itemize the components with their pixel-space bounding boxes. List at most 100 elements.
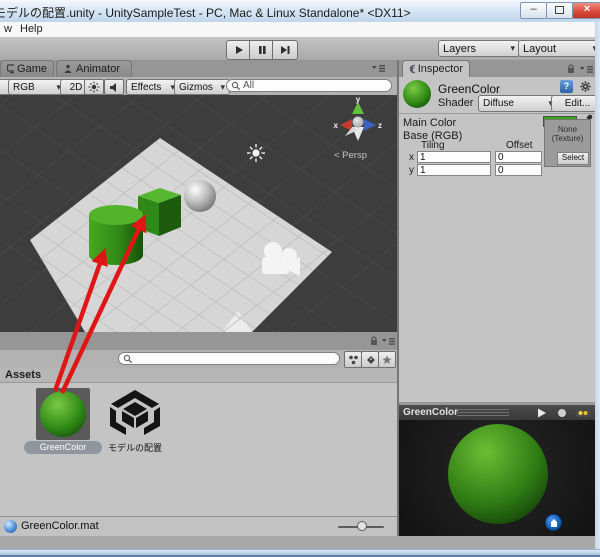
effects-label: Effects	[131, 82, 161, 93]
asset-greencolor-label[interactable]: GreenColor	[24, 441, 102, 454]
close-button[interactable]: ×	[572, 2, 600, 19]
menu-item-window[interactable]: w	[4, 23, 12, 35]
tiling-y-field[interactable]: 1	[417, 164, 491, 176]
shader-dropdown[interactable]: Diffuse ▾	[478, 95, 558, 112]
tab-animator-label: Animator	[76, 63, 120, 75]
asset-scene-label[interactable]: モデルの配置	[103, 441, 167, 454]
preview-play-icon[interactable]	[537, 408, 547, 418]
pause-icon	[257, 45, 267, 55]
drag-handle-icon	[457, 409, 509, 416]
base-texture-slot[interactable]: None (Texture) Select	[544, 119, 591, 167]
material-file-icon	[4, 520, 17, 533]
gear-icon[interactable]	[579, 80, 592, 93]
animator-icon	[63, 64, 73, 74]
search-by-label-button[interactable]	[361, 351, 379, 368]
project-toolbar	[0, 350, 397, 369]
divider	[399, 113, 595, 114]
scene-toolbar: RGB ▾ 2D Effects ▾ Gizmos	[0, 77, 397, 96]
menu-item-help[interactable]: Help	[20, 23, 43, 35]
preview-model-icon[interactable]	[556, 408, 568, 418]
edit-shader-button[interactable]: Edit...	[551, 95, 600, 112]
material-name: GreenColor	[438, 82, 500, 96]
scene-sphere[interactable]	[184, 180, 216, 212]
status-selected-file: GreenColor.mat	[21, 520, 99, 532]
scene-audio-toggle[interactable]	[104, 79, 124, 95]
scene-viewport[interactable]: y x z < Persp	[0, 95, 397, 332]
preview-viewport[interactable]	[399, 420, 595, 536]
material-sphere-icon	[40, 391, 86, 437]
axis-hub[interactable]	[353, 117, 364, 128]
panel-menu-icon[interactable]	[372, 64, 386, 73]
offset-x-value: 0	[498, 152, 504, 163]
axis-z-label: z	[378, 121, 382, 130]
axis-y-label: y	[356, 95, 361, 104]
project-tabbar	[0, 332, 397, 351]
asset-greencolor-thumbnail[interactable]	[36, 388, 90, 440]
window-frame-right	[595, 22, 600, 549]
offset-x-field[interactable]: 0	[495, 151, 542, 163]
favorites-button[interactable]	[378, 351, 396, 368]
panel-menu-icon[interactable]	[382, 337, 396, 346]
gizmos-label: Gizmos	[179, 82, 213, 93]
tab-inspector[interactable]: Inspector	[402, 60, 470, 77]
tiling-x-field[interactable]: 1	[417, 151, 491, 163]
layers-dropdown[interactable]: Layers ▾	[438, 40, 520, 57]
offset-y-field[interactable]: 0	[495, 164, 542, 176]
effects-dropdown[interactable]: Effects ▾	[126, 79, 180, 95]
panel-menu-icon[interactable]	[580, 65, 594, 74]
material-preview-icon	[403, 80, 431, 108]
layers-label: Layers	[443, 43, 476, 55]
thumbnail-size-slider-knob[interactable]	[357, 521, 367, 531]
gizmos-dropdown[interactable]: Gizmos ▾	[174, 79, 230, 95]
tag-icon	[365, 354, 376, 365]
chevron-down-icon: ▾	[510, 43, 515, 54]
titlebar: モデルの配置.unity - UnitySampleTest - PC, Mac…	[0, 0, 600, 23]
lock-icon[interactable]	[566, 63, 576, 75]
edit-button-label: Edit...	[565, 98, 591, 109]
axis-x-label: x	[334, 121, 339, 130]
scene-search-input[interactable]: All	[226, 79, 392, 92]
tab-game[interactable]: Game	[0, 60, 54, 77]
main-color-label: Main Color	[403, 117, 456, 129]
project-search-input[interactable]	[118, 352, 340, 365]
render-mode-dropdown[interactable]: RGB ▾	[8, 79, 66, 95]
texture-select-button[interactable]: Select	[557, 152, 589, 165]
unity-editor-window: モデルの配置.unity - UnitySampleTest - PC, Mac…	[0, 0, 600, 557]
render-mode-label: RGB	[13, 82, 35, 93]
left-dock-tabbar: Game Animator	[0, 60, 397, 78]
perspective-label[interactable]: < Persp	[334, 150, 367, 161]
scene-lighting-toggle[interactable]	[84, 79, 104, 95]
layout-dropdown[interactable]: Layout ▾	[518, 40, 600, 57]
scene-cube[interactable]	[138, 188, 181, 236]
scene-cylinder[interactable]	[89, 205, 143, 265]
search-icon	[231, 81, 241, 91]
asset-scene-thumbnail[interactable]	[106, 387, 164, 439]
maximize-button[interactable]	[546, 2, 573, 19]
tiling-y-value: 1	[420, 165, 426, 176]
preview-lighting-icon[interactable]	[575, 408, 591, 418]
lock-icon[interactable]	[369, 335, 379, 347]
window-frame-bottom	[0, 549, 600, 557]
row-x-label: x	[409, 152, 414, 163]
tiling-header: Tiling	[421, 140, 445, 151]
offset-header: Offset	[506, 140, 533, 151]
inspector-tabbar: Inspector	[399, 60, 595, 78]
project-statusbar: GreenColor.mat	[0, 516, 397, 536]
close-icon: ×	[584, 3, 590, 15]
tab-animator[interactable]: Animator	[56, 60, 132, 77]
row-y-label: y	[409, 165, 414, 176]
tab-inspector-label: Inspector	[418, 63, 463, 75]
breadcrumb[interactable]: Assets	[5, 369, 41, 381]
play-icon	[234, 45, 244, 55]
asset-bundle-badge[interactable]	[545, 514, 562, 531]
search-icon	[123, 354, 133, 364]
minimize-button[interactable]: –	[520, 2, 547, 19]
help-icon[interactable]: ?	[560, 80, 573, 93]
layout-label: Layout	[523, 43, 556, 55]
preview-header[interactable]: GreenColor	[399, 405, 595, 421]
unity-logo-icon	[106, 387, 164, 439]
step-button[interactable]	[272, 40, 298, 60]
project-breadcrumb-bar: Assets	[0, 368, 397, 383]
search-by-type-button[interactable]	[344, 351, 362, 368]
shader-value: Diffuse	[483, 98, 514, 109]
